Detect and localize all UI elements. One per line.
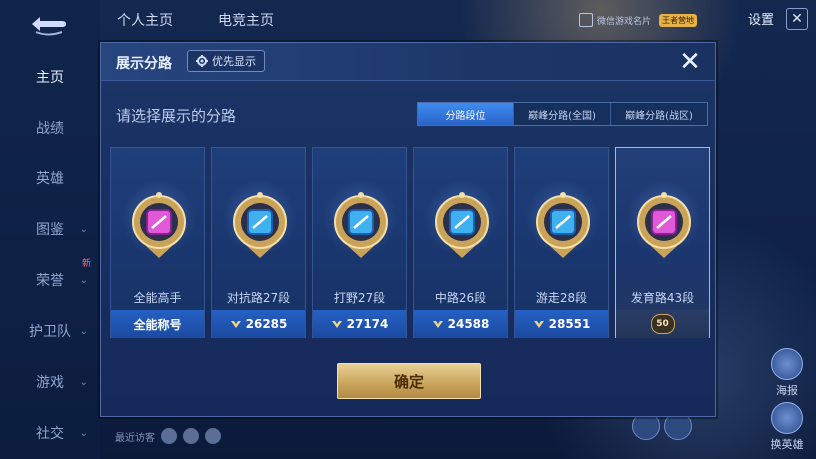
poster-button[interactable]: 海报: [765, 348, 809, 398]
main-sidebar: 主页战绩英雄图鉴 ⌄ 荣誉 ⌄ 新护卫队 ⌄ 游戏 ⌄ 社交 ⌄: [0, 0, 101, 459]
sidebar-item[interactable]: 社交 ⌄: [0, 413, 100, 453]
sidebar-item-label: 游戏: [36, 375, 64, 391]
avatar[interactable]: [161, 428, 177, 444]
lane-display-dialog: 展示分路 优先显示 ✕ 请选择展示的分路 分路段位 巅峰分路(全国) 巅峰分路(…: [100, 42, 716, 417]
sidebar-item[interactable]: 游戏 ⌄: [0, 362, 100, 402]
lane-card[interactable]: 打野27段 27174: [312, 147, 407, 338]
rank-badge-icon: [536, 192, 590, 258]
tab-peak-national[interactable]: 巅峰分路(全国): [514, 103, 611, 125]
lane-footer: 50: [616, 310, 709, 338]
lane-score: 全能称号: [133, 317, 182, 332]
chevron-down-icon: ⌄: [79, 223, 88, 235]
lane-category-tabs: 分路段位 巅峰分路(全国) 巅峰分路(战区): [417, 102, 708, 126]
tab-peak-region[interactable]: 巅峰分路(战区): [611, 103, 707, 125]
sidebar-item-label: 护卫队: [29, 324, 71, 340]
sidebar-item[interactable]: 护卫队 ⌄: [0, 311, 100, 351]
priority-label: 优先显示: [212, 55, 256, 68]
lane-score: 27174: [346, 317, 389, 331]
lane-footer: 全能称号: [111, 310, 204, 338]
lane-card[interactable]: 对抗路27段 26285: [211, 147, 306, 338]
sidebar-item[interactable]: 荣誉 ⌄ 新: [0, 259, 100, 300]
lane-name: 中路26段: [434, 291, 487, 305]
level-badge: 50: [650, 314, 675, 334]
lane-score: 24588: [447, 317, 490, 331]
sidebar-item[interactable]: 英雄: [0, 158, 100, 198]
poster-icon: [771, 348, 803, 380]
new-tag: 新: [82, 259, 92, 269]
sidebar-item-label: 战绩: [36, 121, 64, 137]
lane-name: 全能高手: [133, 291, 182, 305]
lane-card[interactable]: 游走28段 28551: [514, 147, 609, 338]
id-card-icon: [579, 13, 593, 27]
score-icon: [331, 321, 342, 328]
lane-card[interactable]: 中路26段 24588: [413, 147, 508, 338]
back-arrow-icon[interactable]: [26, 10, 70, 38]
chevron-down-icon: ⌄: [79, 274, 88, 286]
sidebar-item-label: 主页: [36, 70, 64, 86]
chevron-down-icon: ⌄: [79, 325, 88, 337]
change-hero-icon: [771, 402, 803, 434]
gear-icon: [196, 55, 208, 67]
lane-name: 发育路43段: [630, 291, 695, 305]
sidebar-item-label: 图鉴: [36, 222, 64, 238]
lane-footer: 27174: [313, 310, 406, 338]
rank-badge-icon: [334, 192, 388, 258]
lane-name: 打野27段: [333, 291, 386, 305]
chevron-down-icon: ⌄: [79, 376, 88, 388]
tab-lane-rank[interactable]: 分路段位: [418, 103, 514, 125]
change-hero-label: 换英雄: [770, 438, 804, 451]
lane-card[interactable]: 发育路43段 50: [615, 147, 710, 338]
sidebar-item-label: 社交: [36, 426, 64, 442]
dialog-header: 展示分路 优先显示 ✕: [101, 43, 715, 81]
sidebar-item-label: 荣誉: [36, 273, 64, 289]
rank-badge-icon: [435, 192, 489, 258]
lane-footer: 24588: [414, 310, 507, 338]
lane-name: 对抗路27段: [226, 291, 291, 305]
sidebar-item[interactable]: 图鉴 ⌄: [0, 209, 100, 249]
recent-visitors[interactable]: 最近访客: [115, 428, 221, 444]
lane-score: 26285: [245, 317, 288, 331]
lane-name: 游走28段: [535, 291, 588, 305]
avatar[interactable]: [183, 428, 199, 444]
priority-display-button[interactable]: 优先显示: [187, 50, 265, 72]
lane-footer: 28551: [515, 310, 608, 338]
score-icon: [432, 321, 443, 328]
wechat-game-card[interactable]: 微信游戏名片 王者营地: [579, 9, 729, 31]
wechat-card-label: 微信游戏名片: [597, 16, 652, 27]
poster-label: 海报: [776, 384, 798, 397]
rank-badge-icon: [132, 192, 186, 258]
sidebar-item-label: 英雄: [36, 171, 64, 187]
confirm-button[interactable]: 确定: [337, 363, 481, 399]
vip-badge: 王者营地: [659, 13, 698, 27]
avatar[interactable]: [205, 428, 221, 444]
sidebar-item[interactable]: 战绩: [0, 108, 100, 148]
lane-score: 28551: [548, 317, 591, 331]
rank-badge-icon: [637, 192, 691, 258]
change-hero-button[interactable]: 换英雄: [765, 402, 809, 452]
visitors-label: 最近访客: [115, 432, 155, 444]
tab-personal-home[interactable]: 个人主页: [117, 10, 173, 30]
score-icon: [230, 321, 241, 328]
close-icon[interactable]: ✕: [786, 8, 808, 30]
chevron-down-icon: ⌄: [79, 427, 88, 439]
tab-esports-home[interactable]: 电竞主页: [218, 10, 274, 30]
score-icon: [533, 321, 544, 328]
close-icon[interactable]: ✕: [677, 49, 703, 75]
lane-card[interactable]: 全能高手 全能称号: [110, 147, 205, 338]
lane-footer: 26285: [212, 310, 305, 338]
dialog-subtitle: 请选择展示的分路: [116, 107, 237, 125]
settings-button[interactable]: 设置: [748, 9, 774, 28]
sidebar-item[interactable]: 主页: [0, 57, 100, 97]
dialog-title: 展示分路: [116, 56, 172, 72]
rank-badge-icon: [233, 192, 287, 258]
